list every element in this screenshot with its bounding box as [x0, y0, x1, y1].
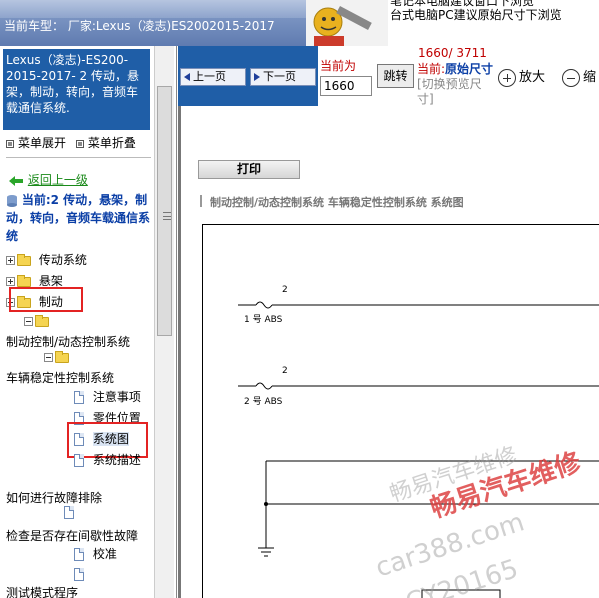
- toolbar-nav-panel: 上一页 下一页: [178, 46, 318, 106]
- tree-item-brake-control[interactable]: 制动控制/动态控制系统: [6, 333, 130, 350]
- car-model-info: 当前车型： 厂家:Lexus（凌志)ES2002015-2017: [4, 19, 275, 33]
- tree-node-folder-2[interactable]: [44, 350, 69, 364]
- next-page-label: 下一页: [263, 70, 296, 83]
- toolbar: 上一页 下一页 当前为 跳转 1660/ 3711 当前:原始尺寸[切换预览尺寸…: [178, 46, 599, 106]
- arrow-left-icon: [184, 73, 190, 81]
- sidebar-scrollbar-thumb[interactable]: [157, 86, 172, 336]
- zoom-in-icon: [498, 68, 516, 87]
- tree-item-label: 系统描述: [92, 453, 141, 467]
- zoom-out-button[interactable]: 缩: [562, 66, 596, 87]
- tree-item-label: 检查是否存在间歇性故障: [6, 529, 139, 543]
- document-icon: [64, 506, 74, 519]
- fuse1-pin: 2: [282, 285, 288, 295]
- current-location: 当前:2 传动，悬架，制动，转向，音频车载通信系统: [6, 191, 154, 245]
- tree-item-label: 测试模式程序: [6, 586, 79, 598]
- tree-item-label: 校准: [92, 547, 117, 561]
- document-icon: [74, 568, 84, 581]
- current-location-label: 当前:2 传动，悬架，制动，转向，音频车载通信系统: [6, 193, 151, 243]
- back-arrow-icon: [9, 175, 23, 186]
- zoom-in-label: 放大: [519, 70, 546, 85]
- tree-node-doc[interactable]: [64, 505, 74, 519]
- menu-expand-label: 菜单展开: [18, 136, 67, 150]
- tree-item-vsc[interactable]: 车辆稳定性控制系统: [6, 369, 114, 386]
- ad-line-2: 台式电脑PC建议原始尺寸下浏览: [390, 8, 562, 22]
- sidebar-title: Lexus（凌志)-ES200-2015-2017- 2 传动，悬架，制动，转向…: [3, 49, 150, 130]
- tree-item-troubleshooting[interactable]: 如何进行故障排除: [6, 489, 102, 506]
- database-icon: [7, 194, 17, 207]
- tree-item-intermittent-check[interactable]: 检查是否存在间歇性故障: [6, 527, 138, 544]
- jump-button[interactable]: 跳转: [377, 64, 414, 88]
- tree-item-label: 制动控制/动态控制系统: [6, 335, 131, 349]
- content-area: 打印 制动控制/动态控制系统 车辆稳定性控制系统 系统图 2 1 号 ABS 2…: [178, 106, 599, 598]
- manual-viewer: 当前车型： 厂家:Lexus（凌志)ES2002015-2017 笔记本电脑建议…: [0, 0, 599, 598]
- zoom-in-button[interactable]: 放大: [498, 66, 545, 87]
- tree-item-label: 悬架: [38, 274, 63, 288]
- page-number-input[interactable]: [320, 76, 372, 96]
- tree-node-folder[interactable]: [24, 314, 49, 328]
- view-mode-prefix: 当前:: [417, 62, 446, 76]
- menu-collapse-label: 菜单折叠: [87, 136, 136, 150]
- collapse-icon: [75, 139, 84, 148]
- zoom-out-icon: [562, 68, 580, 87]
- tree-item-label: 车辆稳定性控制系统: [6, 371, 115, 385]
- view-mode: 当前:原始尺寸[切换预览尺寸]: [417, 62, 497, 107]
- next-page-button[interactable]: 下一页: [250, 68, 316, 86]
- folder-icon: [17, 274, 31, 287]
- tree-item-precautions[interactable]: 注意事项: [74, 388, 141, 405]
- collapse-minus-icon[interactable]: [24, 317, 33, 326]
- prev-page-label: 上一页: [193, 70, 226, 83]
- expand-plus-icon[interactable]: [6, 256, 15, 265]
- switch-preview-size-link[interactable]: [切换预览尺寸]: [417, 77, 482, 106]
- tree-item-label: 如何进行故障排除: [6, 491, 103, 505]
- prev-page-button[interactable]: 上一页: [180, 68, 246, 86]
- sidebar-divider: [6, 157, 151, 158]
- grip-icon: [163, 212, 171, 220]
- top-bar-strip: [0, 0, 306, 18]
- highlight-box-brake: [9, 287, 83, 312]
- wiring-diagram: [238, 301, 599, 598]
- fuse2-label: 2 号 ABS: [244, 397, 283, 407]
- fuse-symbol-1: [255, 301, 273, 309]
- document-icon: [74, 391, 84, 404]
- fuse-symbol-2: [255, 382, 273, 390]
- menu-collapse-button[interactable]: 菜单折叠: [75, 136, 136, 150]
- menu-expand-button[interactable]: 菜单展开: [6, 136, 66, 150]
- arrow-right-icon: [254, 73, 260, 81]
- expand-plus-icon[interactable]: [6, 277, 15, 286]
- folder-icon: [17, 253, 31, 266]
- tree-item-transmission[interactable]: 传动系统: [6, 251, 87, 268]
- expand-icon: [6, 139, 14, 148]
- folder-open-icon: [35, 314, 49, 327]
- collapse-minus-icon[interactable]: [44, 353, 53, 362]
- view-mode-value: 原始尺寸: [445, 62, 494, 76]
- tree-item-calibration[interactable]: 校准: [74, 545, 117, 562]
- top-bar: 当前车型： 厂家:Lexus（凌志)ES2002015-2017: [0, 0, 306, 46]
- tree-node-doc-2[interactable]: [74, 567, 84, 581]
- ad-text: 笔记本电脑建议窗口下浏览 台式电脑PC建议原始尺寸下浏览: [390, 0, 599, 40]
- tree-item-label: 注意事项: [92, 390, 141, 404]
- ad-line-1: 笔记本电脑建议窗口下浏览: [390, 0, 535, 8]
- sidebar-scrollbar[interactable]: [154, 46, 174, 598]
- tree-item-test-mode[interactable]: 测试模式程序: [6, 584, 78, 598]
- menu-toggle-row: 菜单展开 菜单折叠: [6, 134, 136, 151]
- fuse2-pin: 2: [282, 366, 288, 376]
- sidebar: Lexus（凌志)-ES200-2015-2017- 2 传动，悬架，制动，转向…: [0, 46, 177, 598]
- document-icon: [74, 548, 84, 561]
- back-link[interactable]: 返回上一级: [8, 171, 88, 188]
- ad-logo-image: [306, 0, 388, 46]
- page-count: 1660/ 3711: [418, 46, 487, 60]
- zoom-out-label: 缩: [583, 70, 597, 85]
- tree-item-system-description[interactable]: 系统描述: [74, 451, 141, 468]
- folder-open-icon: [55, 350, 69, 363]
- document-icon: [74, 454, 84, 467]
- back-link-label: 返回上一级: [27, 173, 88, 187]
- current-page-label: 当前为: [320, 59, 357, 73]
- tree-item-label: 传动系统: [38, 253, 87, 267]
- fuse1-label: 1 号 ABS: [244, 315, 283, 325]
